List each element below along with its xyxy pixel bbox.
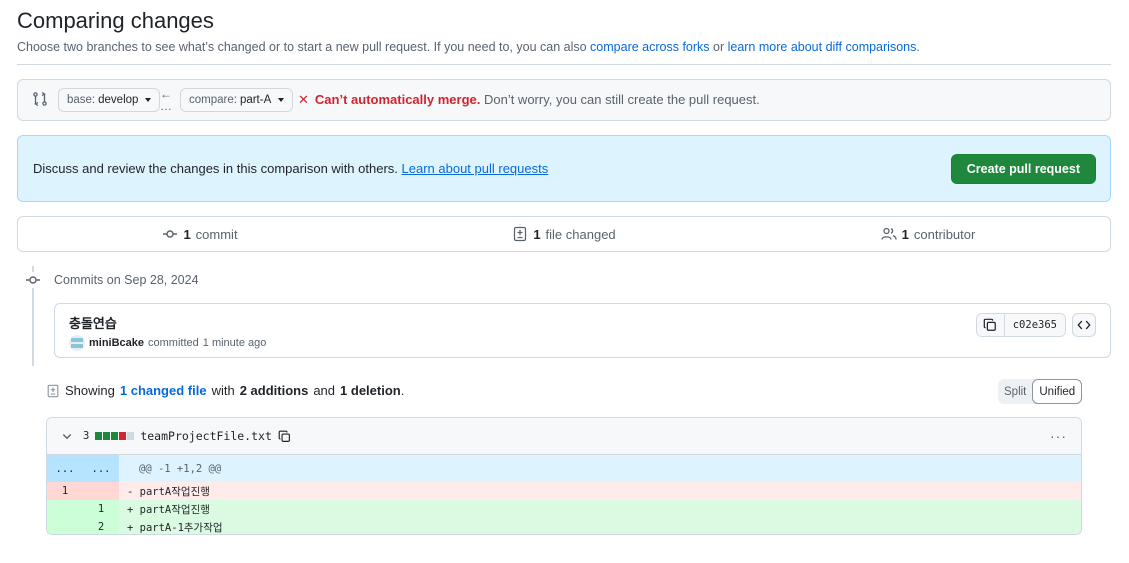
learn-pr-link[interactable]: Learn about pull requests: [402, 161, 549, 176]
discuss-banner: Discuss and review the changes in this c…: [17, 135, 1111, 202]
files-count: 1: [533, 226, 541, 242]
stat-files[interactable]: 1 file changed: [382, 217, 746, 251]
copy-icon[interactable]: [278, 430, 291, 443]
commit-sha-link[interactable]: c02e365: [1004, 314, 1065, 336]
new-line-number[interactable]: ...: [83, 455, 119, 482]
commit-message[interactable]: 충돌연습: [69, 313, 117, 332]
diff-addition-row: 1 + partA작업진행: [47, 500, 1081, 518]
compare-branch-name: part-A: [239, 94, 272, 106]
file-diff-icon: [47, 384, 59, 397]
diff-line-text: - partA작업진행: [127, 485, 210, 498]
caret-down-icon: [278, 98, 285, 102]
file-changes-count: 3: [83, 430, 90, 442]
file-name-link[interactable]: teamProjectFile.txt: [140, 429, 272, 443]
base-branch-name: develop: [98, 94, 139, 106]
code-icon: [1077, 320, 1091, 330]
merge-status: ✕ Can’t automatically merge. Don’t worry,…: [298, 92, 760, 108]
base-label: base:: [67, 94, 96, 106]
diff-summary: Showing 1 changed file with 2 additions …: [46, 383, 404, 398]
stat-contributors[interactable]: 1 contributor: [746, 217, 1110, 251]
chevron-down-icon[interactable]: [61, 430, 73, 442]
create-pull-request-button[interactable]: Create pull request: [950, 154, 1096, 184]
page-subtitle: Choose two branches to see what’s change…: [17, 40, 920, 54]
commit-author[interactable]: miniBcake: [89, 337, 144, 349]
contributors-label: contributor: [913, 226, 976, 242]
files-label: file changed: [545, 226, 616, 242]
comparison-stats: 1 commit 1 file changed 1 contributor: [17, 216, 1111, 252]
commits-date-heading: Commits on Sep 28, 2024: [54, 273, 199, 287]
file-diff-icon: [514, 226, 527, 242]
git-commit-icon: [163, 230, 178, 238]
file-header-row: 3 teamProjectFile.txt: [61, 429, 291, 443]
learn-diff-link[interactable]: learn more about diff comparisons: [728, 40, 917, 54]
copy-icon: [983, 318, 997, 331]
diff-line-text: + partA-1추가작업: [127, 521, 223, 534]
commit-action: committed: [148, 337, 199, 349]
page-title: Comparing changes: [17, 8, 214, 33]
old-line-number[interactable]: [47, 500, 83, 518]
diff-view-toggle: Split Unified: [998, 379, 1083, 404]
old-line-number[interactable]: ...: [47, 455, 83, 482]
diff-line-text: @@ -1 +1,2 @@: [139, 462, 222, 475]
subtitle-text: Choose two branches to see what’s change…: [17, 40, 591, 54]
new-line-number[interactable]: 1: [83, 500, 119, 518]
new-line-number[interactable]: [83, 482, 119, 500]
subtitle-period: .: [916, 40, 920, 54]
contributors-count: 1: [901, 226, 909, 242]
merge-status-text: Don’t worry, you can still create the pu…: [480, 92, 760, 107]
x-icon: ✕: [298, 92, 309, 107]
diff-line-text: + partA작업진행: [127, 503, 210, 516]
base-branch-select[interactable]: base: develop: [58, 88, 161, 112]
summary-period: .: [400, 383, 405, 398]
people-icon: [881, 227, 897, 240]
diffstat-bar: [95, 432, 135, 440]
summary-and: and: [313, 383, 336, 398]
split-view-button[interactable]: Split: [998, 379, 1032, 404]
file-diff: 3 teamProjectFile.txt ··· ... ... @@ -1 …: [46, 417, 1082, 535]
commit-sha-group: c02e365: [975, 313, 1066, 337]
diffstat-add: [95, 432, 103, 440]
summary-deletions: 1 deletion: [340, 383, 401, 398]
diff-hunk-row: ... ... @@ -1 +1,2 @@: [47, 455, 1081, 482]
diff-addition-row: 2 + partA-1추가작업: [47, 518, 1081, 534]
stat-commits[interactable]: 1 commit: [18, 217, 382, 251]
compare-forks-link[interactable]: compare across forks: [590, 40, 709, 54]
copy-sha-button[interactable]: [976, 314, 1005, 336]
subtitle-or: or: [709, 40, 728, 54]
summary-with: with: [211, 383, 235, 398]
left-arrow-icon: ←…: [160, 87, 172, 113]
git-commit-icon: [25, 272, 41, 288]
kebab-menu-icon[interactable]: ···: [1050, 428, 1067, 444]
commits-count: 1: [183, 226, 191, 242]
compare-label: compare:: [189, 94, 237, 106]
diffstat-add: [103, 432, 111, 440]
avatar[interactable]: [69, 335, 85, 351]
diffstat-neutral: [127, 432, 135, 440]
old-line-number[interactable]: [47, 518, 83, 534]
diffstat-add: [111, 432, 119, 440]
commit-meta: miniBcake committed 1 minute ago: [69, 335, 266, 351]
browse-code-button[interactable]: [1072, 313, 1096, 337]
discuss-text: Discuss and review the changes in this c…: [33, 161, 548, 176]
range-editor: base: develop ←… compare: part-A ✕ Can’t …: [17, 79, 1111, 121]
divider: [17, 64, 1111, 65]
unified-view-button[interactable]: Unified: [1032, 379, 1083, 404]
summary-additions: 2 additions: [239, 383, 309, 398]
changed-files-link[interactable]: 1 changed file: [120, 383, 207, 398]
caret-down-icon: [145, 98, 152, 102]
compare-branch-select[interactable]: compare: part-A: [180, 88, 294, 112]
file-header: 3 teamProjectFile.txt ···: [47, 418, 1081, 455]
commit-time: 1 minute ago: [202, 337, 267, 349]
summary-showing: Showing: [65, 383, 115, 398]
git-compare-icon: [32, 91, 48, 107]
diff-deletion-row: 1 - partA작업진행: [47, 482, 1081, 500]
diffstat-del: [119, 432, 127, 440]
old-line-number[interactable]: 1: [47, 482, 83, 500]
merge-status-bad: Can’t automatically merge.: [314, 92, 481, 107]
new-line-number[interactable]: 2: [83, 518, 119, 534]
commits-label: commit: [195, 226, 238, 242]
commit-item: 충돌연습 miniBcake committed 1 minute ago c0…: [54, 303, 1111, 358]
discuss-message: Discuss and review the changes in this c…: [33, 161, 402, 176]
